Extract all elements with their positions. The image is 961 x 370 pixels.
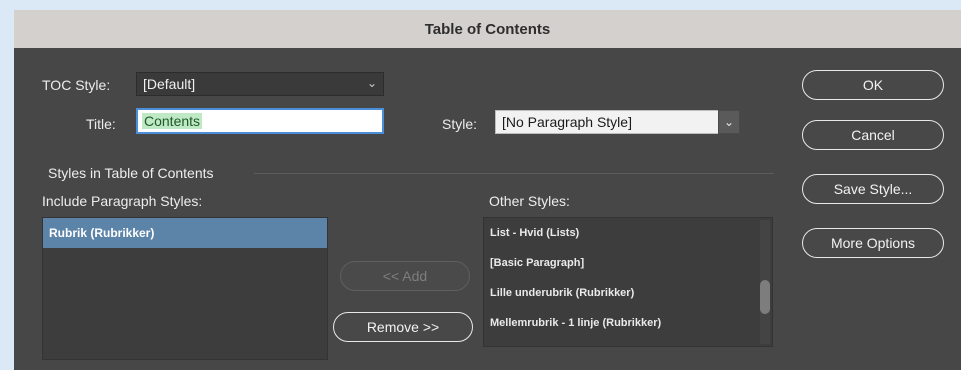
toc-dialog: Table of Contents TOC Style: [Default] ⌄… bbox=[14, 10, 961, 370]
toc-style-label: TOC Style: bbox=[42, 77, 111, 93]
list-item[interactable]: List - Hvid (Lists) bbox=[484, 218, 772, 248]
toc-style-value: [Default] bbox=[143, 76, 196, 92]
other-styles-list[interactable]: List - Hvid (Lists) [Basic Paragraph] Li… bbox=[483, 217, 773, 347]
ok-button[interactable]: OK bbox=[802, 70, 944, 100]
dialog-title: Table of Contents bbox=[424, 20, 551, 38]
title-input[interactable]: Contents bbox=[136, 108, 384, 134]
more-options-button[interactable]: More Options bbox=[802, 228, 944, 258]
list-item[interactable]: Lille underubrik (Rubrikker) bbox=[484, 278, 772, 308]
other-styles-scrollbar[interactable] bbox=[760, 220, 770, 344]
title-label: Title: bbox=[86, 116, 116, 132]
save-style-button[interactable]: Save Style... bbox=[802, 174, 944, 204]
chevron-down-icon: ⌄ bbox=[366, 76, 377, 90]
title-input-value: Contents bbox=[142, 113, 203, 129]
list-item[interactable]: Rubrik (Rubrikker) bbox=[43, 218, 327, 248]
scrollbar-thumb[interactable] bbox=[760, 280, 770, 314]
list-item[interactable]: [Basic Paragraph] bbox=[484, 248, 772, 278]
dialog-titlebar[interactable]: Table of Contents bbox=[14, 10, 961, 48]
toc-style-dropdown[interactable]: [Default] ⌄ bbox=[136, 72, 384, 96]
include-styles-label: Include Paragraph Styles: bbox=[42, 193, 203, 209]
section-heading: Styles in Table of Contents bbox=[48, 165, 214, 181]
other-styles-label: Other Styles: bbox=[489, 193, 570, 209]
style-value: [No Paragraph Style] bbox=[502, 114, 632, 130]
style-dropdown[interactable]: [No Paragraph Style] ⌄ bbox=[495, 110, 740, 134]
chevron-down-icon: ⌄ bbox=[718, 110, 740, 134]
style-label: Style: bbox=[442, 116, 478, 132]
include-styles-list[interactable]: Rubrik (Rubrikker) bbox=[42, 217, 328, 360]
remove-button[interactable]: Remove >> bbox=[333, 312, 473, 342]
add-button[interactable]: << Add bbox=[340, 261, 470, 291]
cancel-button[interactable]: Cancel bbox=[802, 120, 944, 150]
section-divider bbox=[254, 173, 774, 174]
list-item[interactable]: Mellemrubrik - 1 linje (Rubrikker) bbox=[484, 308, 772, 338]
